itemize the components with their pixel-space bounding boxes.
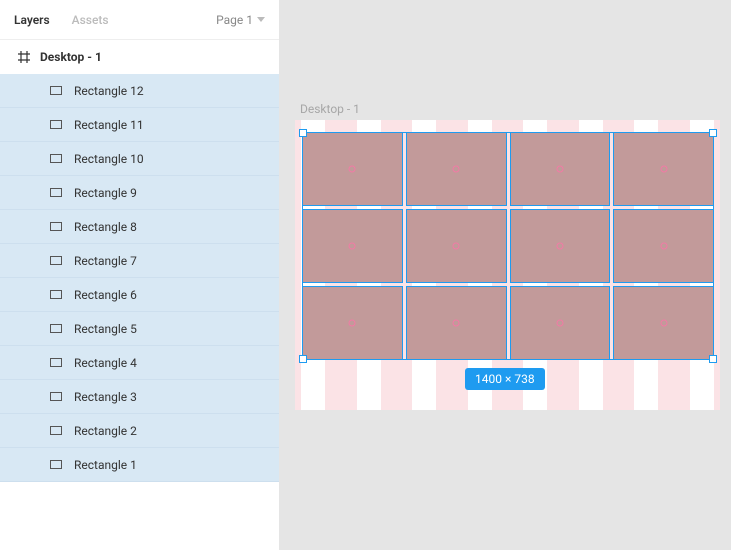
canvas[interactable]: Desktop - 1 1400 × 738 — [280, 0, 731, 550]
layer-label: Rectangle 4 — [74, 356, 137, 370]
layer-label: Rectangle 3 — [74, 390, 137, 404]
rectangle-icon — [50, 256, 62, 265]
layer-row[interactable]: Rectangle 6 — [0, 278, 279, 312]
layer-label: Rectangle 5 — [74, 322, 137, 336]
frame-icon — [18, 51, 30, 63]
canvas-rectangle[interactable] — [613, 286, 714, 360]
panel-header: Layers Assets Page 1 — [0, 0, 279, 40]
rectangle-icon — [50, 358, 62, 367]
layer-label: Rectangle 11 — [74, 118, 144, 132]
page-selector[interactable]: Page 1 — [216, 13, 265, 27]
layer-row[interactable]: Rectangle 2 — [0, 414, 279, 448]
layer-row[interactable]: Rectangle 4 — [0, 346, 279, 380]
rectangle-icon — [50, 188, 62, 197]
rectangle-icon — [50, 86, 62, 95]
layer-label: Rectangle 8 — [74, 220, 137, 234]
rectangle-icon — [50, 426, 62, 435]
layer-label: Rectangle 12 — [74, 84, 144, 98]
page-selector-label: Page 1 — [216, 13, 253, 27]
canvas-rectangle[interactable] — [406, 209, 507, 283]
selection-size-badge: 1400 × 738 — [465, 368, 545, 390]
canvas-rectangle[interactable] — [510, 132, 611, 206]
frame-layer-label: Desktop - 1 — [40, 50, 102, 64]
frame-layer-desktop-1[interactable]: Desktop - 1 — [0, 40, 279, 74]
canvas-rectangle[interactable] — [406, 132, 507, 206]
layer-label: Rectangle 10 — [74, 152, 144, 166]
rectangle-icon — [50, 460, 62, 469]
layer-row[interactable]: Rectangle 12 — [0, 74, 279, 108]
layer-row[interactable]: Rectangle 10 — [0, 142, 279, 176]
rectangle-icon — [50, 154, 62, 163]
layers-panel: Layers Assets Page 1 Desktop - 1 Rectang… — [0, 0, 280, 550]
rectangle-icon — [50, 222, 62, 231]
layer-label: Rectangle 9 — [74, 186, 137, 200]
canvas-rectangle[interactable] — [302, 209, 403, 283]
canvas-rectangle[interactable] — [406, 286, 507, 360]
layer-row[interactable]: Rectangle 5 — [0, 312, 279, 346]
layer-row[interactable]: Rectangle 7 — [0, 244, 279, 278]
layer-row[interactable]: Rectangle 11 — [0, 108, 279, 142]
canvas-rectangle[interactable] — [510, 286, 611, 360]
layer-row[interactable]: Rectangle 9 — [0, 176, 279, 210]
layer-row[interactable]: Rectangle 3 — [0, 380, 279, 414]
tab-layers[interactable]: Layers — [14, 13, 50, 27]
canvas-frame-label[interactable]: Desktop - 1 — [300, 102, 360, 116]
tab-assets[interactable]: Assets — [72, 13, 109, 27]
selected-rectangles[interactable] — [302, 132, 714, 360]
rectangle-icon — [50, 290, 62, 299]
canvas-rectangle[interactable] — [613, 132, 714, 206]
canvas-rectangle[interactable] — [510, 209, 611, 283]
layer-label: Rectangle 6 — [74, 288, 137, 302]
canvas-rectangle[interactable] — [302, 132, 403, 206]
rectangle-icon — [50, 120, 62, 129]
rectangle-icon — [50, 392, 62, 401]
canvas-rectangle[interactable] — [302, 286, 403, 360]
rectangle-icon — [50, 324, 62, 333]
layer-list[interactable]: Rectangle 12 Rectangle 11 Rectangle 10 Rect… — [0, 74, 279, 550]
layer-label: Rectangle 7 — [74, 254, 137, 268]
layer-row[interactable]: Rectangle 1 — [0, 448, 279, 482]
layer-row[interactable]: Rectangle 8 — [0, 210, 279, 244]
layer-label: Rectangle 2 — [74, 424, 137, 438]
chevron-down-icon — [257, 17, 265, 22]
layer-label: Rectangle 1 — [74, 458, 137, 472]
canvas-rectangle[interactable] — [613, 209, 714, 283]
